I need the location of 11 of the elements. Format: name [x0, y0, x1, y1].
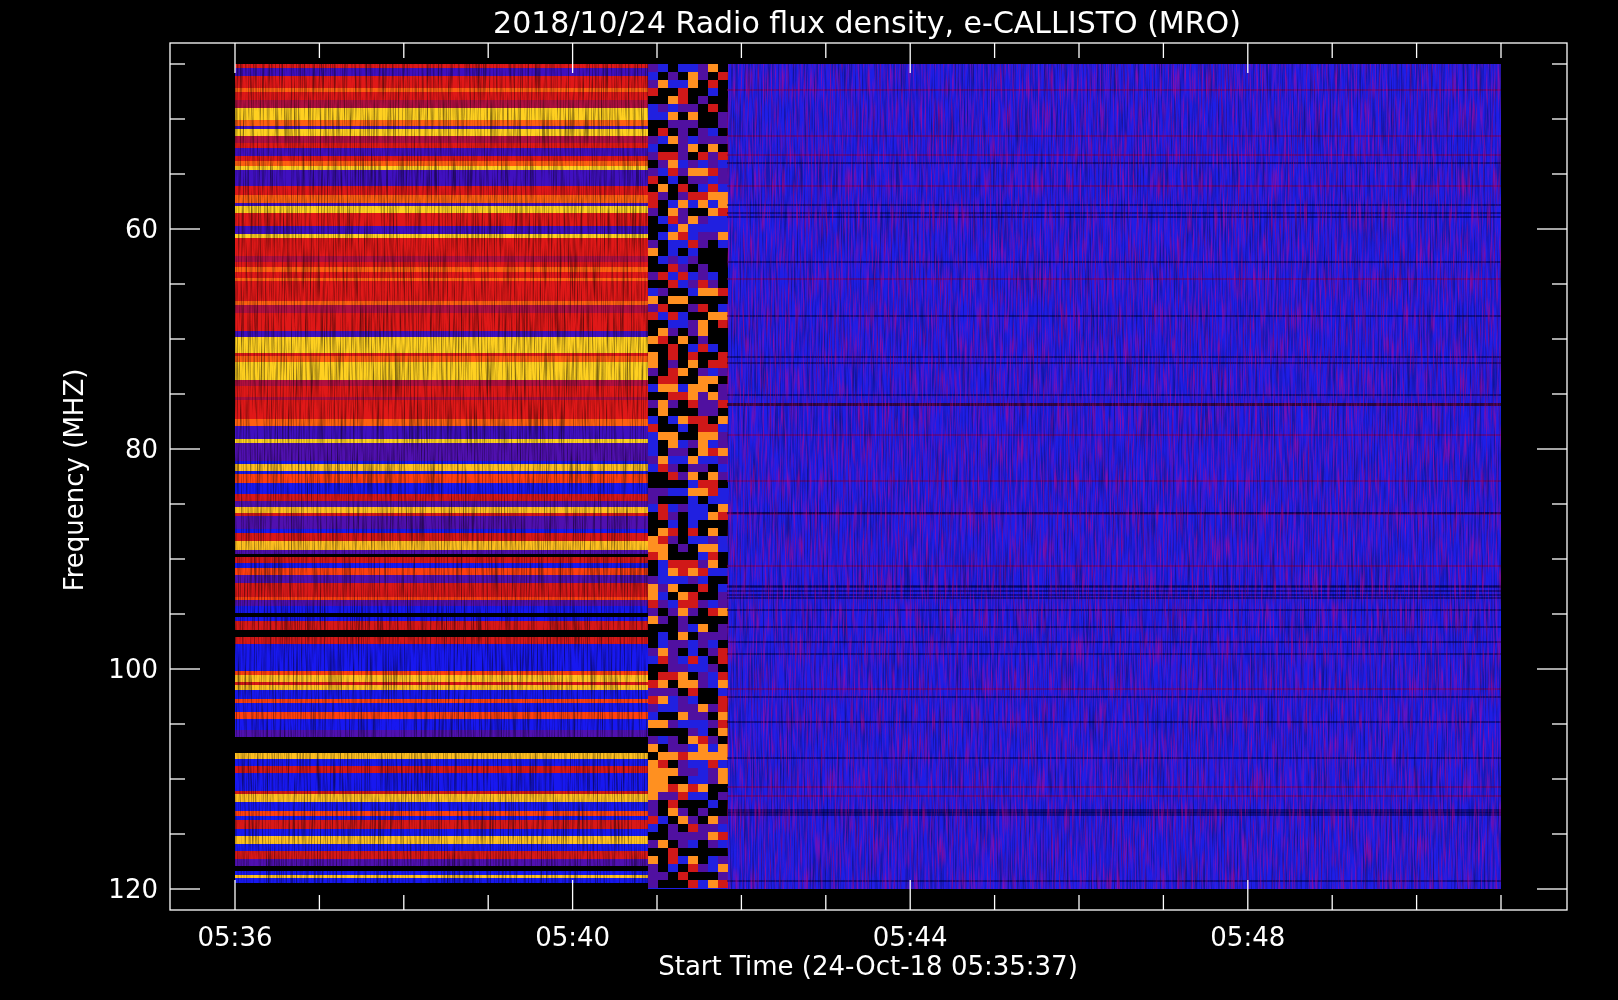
chart-title: 2018/10/24 Radio flux density, e-CALLISTO (MRO) [493, 5, 1241, 40]
y-axis-label: Frequency (MHZ) [59, 368, 89, 592]
tick-label: 05:36 [197, 922, 273, 952]
tick-label: 120 [108, 874, 158, 904]
tick-label: 100 [108, 654, 158, 684]
tick-label: 60 [124, 214, 158, 244]
tick-label: 80 [124, 434, 158, 464]
tick-label: 05:40 [535, 922, 611, 952]
tick-label: 05:48 [1210, 922, 1286, 952]
tick-label: 05:44 [872, 922, 948, 952]
x-axis-label: Start Time (24-Oct-18 05:35:37) [658, 951, 1078, 981]
